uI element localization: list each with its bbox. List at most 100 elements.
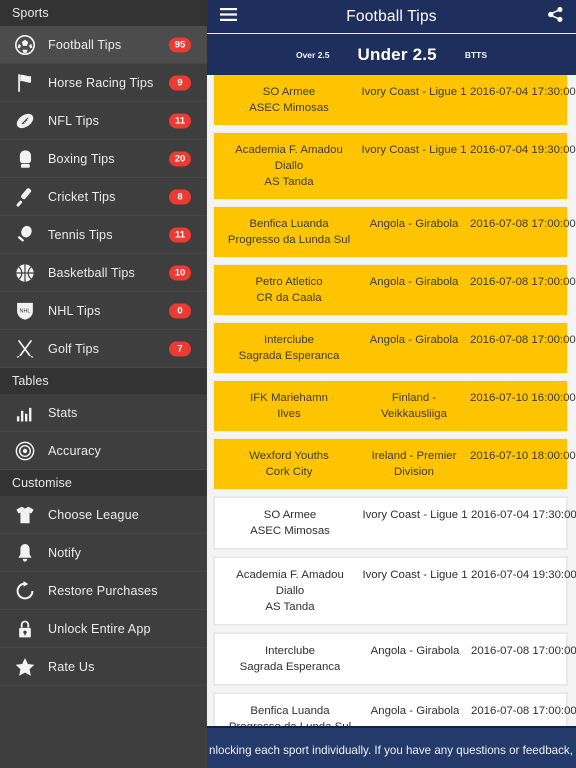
sidebar-item-badge: 20 xyxy=(169,151,191,166)
svg-text:NHL: NHL xyxy=(19,308,30,314)
sidebar-item-unlock-entire-app[interactable]: Unlock Entire App xyxy=(0,610,207,648)
sidebar-item-label: Stats xyxy=(48,405,78,420)
sidebar-item-label: NFL Tips xyxy=(48,113,100,128)
main-panel: Football Tips Over 2.5 Under 2.5 BTTS SO A… xyxy=(207,0,576,768)
bar-chart-icon xyxy=(12,400,38,426)
tab-under-2-5[interactable]: Under 2.5 xyxy=(358,45,437,65)
sidebar-item-golf-tips[interactable]: Golf Tips 7 xyxy=(0,330,207,368)
sidebar-item-rate-us[interactable]: Rate Us xyxy=(0,648,207,686)
sidebar-item-badge: 8 xyxy=(169,189,191,204)
sidebar-item-badge: 10 xyxy=(169,265,191,280)
tip-league: Ivory Coast - Ligue 1 xyxy=(362,509,468,521)
sidebar-item-horse-racing-tips[interactable]: Horse Racing Tips 9 xyxy=(0,64,207,102)
tip-league: Angola - Girabola xyxy=(369,276,459,288)
page-title: Football Tips xyxy=(346,7,437,25)
tip-datetime: 2016-07-04 17:30:00 xyxy=(471,509,576,521)
tip-card[interactable]: IFK Mariehamn Ilves Finland - Veikkausliig… xyxy=(214,381,576,431)
sidebar-item-label: Boxing Tips xyxy=(48,151,115,166)
american-football-icon xyxy=(12,108,38,134)
sidebar-item-restore-purchases[interactable]: Restore Purchases xyxy=(0,572,207,610)
tip-league: Ivory Coast - Ligue 1 xyxy=(361,86,467,98)
sidebar-item-badge: 9 xyxy=(169,75,191,90)
sidebar-item-badge: 7 xyxy=(169,341,191,356)
sidebar-item-label: Golf Tips xyxy=(48,341,100,356)
tip-teams: Interclube Sagrada Esperanca xyxy=(238,334,340,362)
tennis-racket-icon xyxy=(12,222,38,248)
tip-card[interactable]: Wexford Youths Cork City Ireland - Premier… xyxy=(214,439,576,489)
tip-league: Ireland - Premier Division xyxy=(371,450,457,478)
sidebar-item-label: NHL Tips xyxy=(48,303,101,318)
tip-datetime: 2016-07-08 17:00:00 xyxy=(470,276,576,288)
tip-datetime: 2016-07-10 18:00:00 xyxy=(470,450,576,462)
tip-datetime: 2016-07-08 17:00:00 xyxy=(470,218,576,230)
sidebar-item-label: Rate Us xyxy=(48,659,95,674)
app-root: Sports Football Tips 95 Horse Racing Tips 9 N… xyxy=(0,0,576,768)
tip-datetime: 2016-07-04 19:30:00 xyxy=(470,144,576,156)
sidebar-item-label: Restore Purchases xyxy=(48,583,158,598)
cricket-bat-icon xyxy=(12,184,38,210)
sidebar-item-label: Choose League xyxy=(48,507,139,522)
sidebar-item-nfl-tips[interactable]: NFL Tips 11 xyxy=(0,102,207,140)
flag-icon xyxy=(12,70,38,96)
navigation-bar: Football Tips xyxy=(207,0,576,34)
refresh-icon xyxy=(12,578,38,604)
hockey-shield-icon: NHL xyxy=(12,298,38,324)
tip-datetime: 2016-07-04 17:30:00 xyxy=(470,86,576,98)
sidebar-item-basketball-tips[interactable]: Basketball Tips 10 xyxy=(0,254,207,292)
sidebar-item-football-tips[interactable]: Football Tips 95 xyxy=(0,26,207,64)
boxing-glove-icon xyxy=(12,146,38,172)
tip-card[interactable]: Interclube Sagrada Esperanca Angola - Gira… xyxy=(214,633,576,685)
tip-teams: Academia F. Amadou Diallo AS Tanda xyxy=(235,144,343,188)
sidebar-item-badge: 0 xyxy=(169,303,191,318)
tip-teams: Wexford Youths Cork City xyxy=(249,450,329,478)
sidebar-item-nhl-tips[interactable]: NHL NHL Tips 0 xyxy=(0,292,207,330)
tip-datetime: 2016-07-08 17:00:00 xyxy=(470,334,576,346)
sidebar-item-label: Cricket Tips xyxy=(48,189,116,204)
tip-datetime: 2016-07-04 19:30:00 xyxy=(471,569,576,581)
tip-datetime: 2016-07-08 17:00:00 xyxy=(471,645,576,657)
tip-teams: Benfica LuandaProgresso da Lunda Sul xyxy=(227,218,351,246)
tip-league: Angola - Girabola xyxy=(369,334,459,346)
tip-league: Angola - Girabola xyxy=(370,645,460,657)
sidebar-section-header: Tables xyxy=(0,368,207,394)
banner-text: nlocking each sport individually. If you… xyxy=(209,743,576,757)
tip-teams: SO Armee ASEC Mimosas xyxy=(250,509,330,537)
tab-over-2-5[interactable]: Over 2.5 xyxy=(296,50,330,60)
tip-datetime: 2016-07-08 17:00:00 xyxy=(471,705,576,717)
sidebar-item-badge: 95 xyxy=(169,37,191,52)
tip-league: Angola - Girabola xyxy=(370,705,460,717)
tip-teams: Petro Atletico CR da Caala xyxy=(255,276,323,304)
share-button[interactable] xyxy=(538,0,572,33)
tshirt-icon xyxy=(12,502,38,528)
tip-card[interactable]: Benfica LuandaProgresso da Lunda Sul Ango… xyxy=(214,207,576,257)
sidebar: Sports Football Tips 95 Horse Racing Tips 9 N… xyxy=(0,0,207,768)
sidebar-item-notify[interactable]: Notify xyxy=(0,534,207,572)
tip-card[interactable]: SO Armee ASEC Mimosas Ivory Coast - Ligue … xyxy=(214,75,576,125)
sidebar-item-cricket-tips[interactable]: Cricket Tips 8 xyxy=(0,178,207,216)
sidebar-item-label: Unlock Entire App xyxy=(48,621,151,636)
sidebar-item-tennis-tips[interactable]: Tennis Tips 11 xyxy=(0,216,207,254)
tip-card[interactable]: SO Armee ASEC Mimosas Ivory Coast - Ligue … xyxy=(214,497,576,549)
sidebar-item-label: Football Tips xyxy=(48,37,122,52)
tip-teams: IFK Mariehamn Ilves xyxy=(250,392,328,420)
tip-card[interactable]: Interclube Sagrada Esperanca Angola - Gira… xyxy=(214,323,576,373)
tip-datetime: 2016-07-10 16:00:00 xyxy=(470,392,576,404)
sidebar-item-badge: 11 xyxy=(169,227,191,242)
info-banner[interactable]: nlocking each sport individually. If you… xyxy=(207,726,576,768)
sidebar-item-choose-league[interactable]: Choose League xyxy=(0,496,207,534)
tip-card[interactable]: Academia F. Amadou Diallo AS Tanda Ivory C… xyxy=(214,133,576,199)
tip-card[interactable]: Petro Atletico CR da Caala Angola - Girabo… xyxy=(214,265,576,315)
tip-teams: Academia F. Amadou Diallo AS Tanda xyxy=(236,569,344,613)
sidebar-item-label: Accuracy xyxy=(48,443,101,458)
tab-btts[interactable]: BTTS xyxy=(465,50,487,60)
tips-list[interactable]: SO Armee ASEC Mimosas Ivory Coast - Ligue … xyxy=(207,75,576,768)
sidebar-item-boxing-tips[interactable]: Boxing Tips 20 xyxy=(0,140,207,178)
tip-card[interactable]: Academia F. Amadou Diallo AS Tanda Ivory C… xyxy=(214,557,576,625)
tip-teams: SO Armee ASEC Mimosas xyxy=(249,86,329,114)
basketball-icon xyxy=(12,260,38,286)
sidebar-item-accuracy[interactable]: Accuracy xyxy=(0,432,207,470)
star-icon xyxy=(12,654,38,680)
sidebar-item-label: Horse Racing Tips xyxy=(48,75,154,90)
sidebar-item-stats[interactable]: Stats xyxy=(0,394,207,432)
bell-icon xyxy=(12,540,38,566)
